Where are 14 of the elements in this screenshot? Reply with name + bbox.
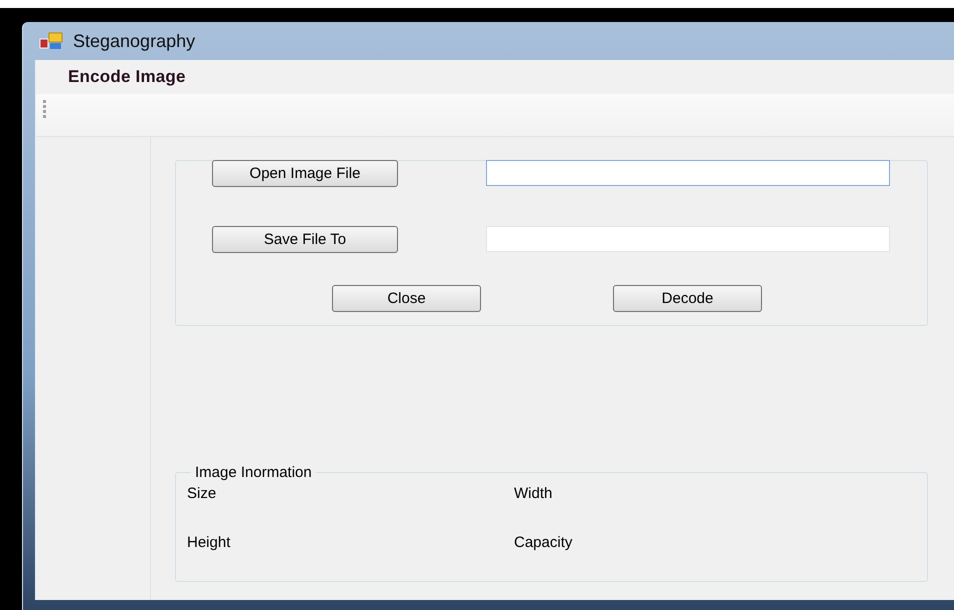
action-button[interactable]: Close [332, 285, 481, 312]
info-label: Width [514, 485, 554, 502]
app-icon [39, 32, 63, 50]
file-button[interactable]: Open Image File [212, 160, 398, 186]
info-label: Capacity [514, 534, 574, 551]
path-field[interactable] [486, 160, 890, 186]
file-button[interactable]: Save File To [212, 226, 398, 252]
window-title: Steganography [73, 30, 196, 52]
group-title: Image Inormation [194, 464, 313, 481]
grip-icon[interactable] [43, 100, 47, 120]
action-button[interactable]: Decode [613, 285, 762, 312]
info-label: Height [187, 534, 232, 551]
menu-item[interactable]: Encode Image [68, 67, 186, 87]
info-label: Size [187, 485, 218, 502]
